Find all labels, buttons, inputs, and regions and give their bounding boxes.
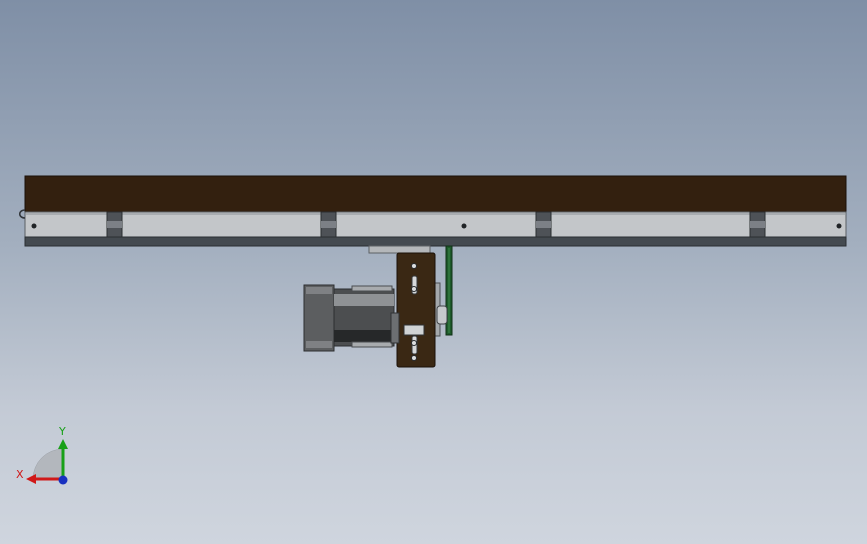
bracket-bolt [411,355,417,361]
motor-bracket [390,252,436,368]
cad-viewport[interactable]: Y X [0,0,867,544]
triad-y-label: Y [59,425,66,438]
pulley-hub [436,305,448,325]
motor-mount-plate [368,245,431,254]
z-axis-dot [58,475,68,485]
support-block [106,211,123,238]
rail-screw [836,223,842,229]
rail-screw [31,223,37,229]
triad-quadrant [32,448,64,480]
support-block [535,211,552,238]
coordinate-triad[interactable] [26,439,68,485]
conveyor-assembly-model[interactable] [0,0,867,544]
bracket-bolt [411,263,417,269]
conveyor-belt-top [24,175,847,213]
support-block [749,211,766,238]
end-cap-knob [19,209,26,219]
bracket-bolt [411,340,417,346]
bracket-bolt [411,286,417,292]
support-block [320,211,337,238]
rail-screw [461,223,467,229]
triad-x-label: X [16,468,24,481]
conveyor-side-rail [24,211,847,238]
drive-motor [303,284,395,352]
conveyor-rail-bottom [24,236,847,247]
